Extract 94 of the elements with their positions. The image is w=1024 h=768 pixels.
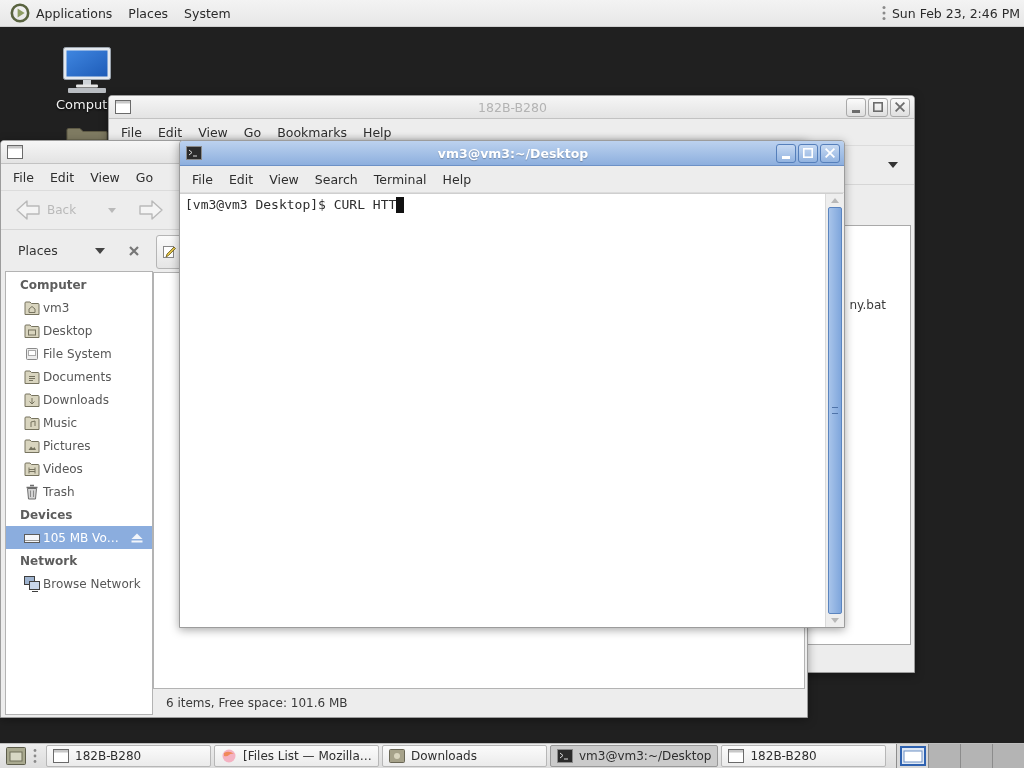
handle-icon — [33, 748, 37, 764]
clock[interactable]: Sun Feb 23, 2:46 PM — [891, 5, 1020, 21]
panel-menu[interactable]: Places — [128, 5, 169, 21]
taskbar-button[interactable]: [Files List — Mozilla… — [214, 745, 379, 767]
sidebar-title[interactable]: Places — [18, 243, 58, 258]
menu-item[interactable]: View — [261, 171, 307, 187]
sidebar-item[interactable]: Music — [6, 411, 152, 434]
folder-icon[interactable] — [66, 128, 108, 140]
desktop-icon — [6, 747, 26, 765]
window-title: vm3@vm3:~/Desktop — [437, 145, 589, 161]
sidebar-item[interactable]: Pictures — [6, 434, 152, 457]
menu-item[interactable]: Terminal — [365, 171, 435, 187]
section-heading: Computer — [19, 276, 88, 294]
logo-icon[interactable] — [10, 3, 30, 23]
maximize-button[interactable] — [868, 97, 888, 117]
menu-item[interactable]: Edit — [220, 171, 262, 187]
back-arrow-icon — [15, 199, 41, 221]
sidebar-item[interactable]: File System — [6, 342, 152, 365]
pencil-icon — [162, 245, 176, 259]
maximize-icon — [803, 148, 813, 158]
eject-icon[interactable] — [131, 532, 143, 543]
videos-folder-icon — [24, 460, 40, 477]
text-cursor — [396, 196, 405, 213]
workspace-button[interactable] — [896, 744, 928, 768]
taskbar-button[interactable]: 182B-B280 — [721, 745, 887, 767]
close-icon — [129, 245, 139, 256]
globe-icon — [221, 749, 237, 763]
menu-item[interactable]: File — [113, 124, 150, 140]
minimize-button[interactable] — [776, 143, 796, 163]
desktop-folder-icon — [24, 322, 40, 339]
terminal-icon — [557, 749, 573, 763]
minimize-icon — [782, 155, 790, 159]
menu-item[interactable]: View — [190, 124, 236, 140]
scrollbar[interactable] — [825, 194, 843, 627]
status-text: 6 items, Free space: 101.6 MB — [166, 696, 348, 710]
forward-arrow-icon — [138, 199, 165, 221]
close-icon — [895, 102, 905, 112]
menu-item[interactable]: File — [184, 171, 221, 187]
menu-item[interactable]: File — [5, 169, 42, 185]
sidebar-item[interactable]: Browse Network — [6, 572, 152, 595]
window-icon — [53, 749, 69, 763]
sidebar-item[interactable]: Desktop — [6, 319, 152, 342]
section-heading: Devices — [19, 506, 74, 524]
computer-icon[interactable] — [63, 47, 111, 93]
maximize-button[interactable] — [798, 143, 818, 163]
window-thumbnail-icon — [899, 746, 926, 766]
minimize-button[interactable] — [846, 97, 866, 117]
edit-location-button[interactable] — [156, 235, 182, 269]
terminal-icon[interactable] — [186, 146, 202, 160]
sidebar-item[interactable]: Documents — [6, 365, 152, 388]
sidebar-item[interactable]: Videos — [6, 457, 152, 480]
taskbar-button[interactable]: vm3@vm3:~/Desktop — [550, 745, 719, 767]
menu-item[interactable]: Edit — [149, 124, 191, 140]
close-button[interactable] — [820, 143, 840, 163]
close-button[interactable] — [890, 97, 910, 117]
menu-item[interactable]: Go — [235, 124, 270, 140]
folder-icon — [389, 749, 405, 763]
menu-item[interactable]: View — [82, 169, 128, 185]
sidebar-item[interactable]: vm3 — [6, 296, 152, 319]
close-icon — [825, 148, 835, 158]
maximize-icon — [873, 102, 883, 112]
desktop-icon-label: Comput — [56, 97, 108, 112]
caret-icon — [108, 207, 117, 213]
section-heading: Network — [19, 552, 79, 570]
menu-item[interactable]: Help — [355, 124, 400, 140]
taskbar-button[interactable]: Downloads — [382, 745, 547, 767]
minimize-icon — [852, 109, 860, 113]
handle-icon — [881, 5, 886, 21]
menu-item[interactable]: Search — [306, 171, 366, 187]
terminal-line: [vm3@vm3 Desktop]$ CURL HTT — [185, 196, 397, 213]
documents-folder-icon — [24, 368, 40, 385]
menu-item[interactable]: Go — [127, 169, 162, 185]
window-icon[interactable] — [115, 100, 131, 114]
scrollbar-thumb[interactable] — [827, 207, 842, 614]
network-icon — [24, 575, 40, 592]
caret-icon — [95, 247, 105, 254]
sidebar-item[interactable]: Downloads — [6, 388, 152, 411]
sidebar-item[interactable]: Trash — [6, 480, 152, 503]
downloads-folder-icon — [24, 391, 40, 408]
window-icon[interactable] — [7, 145, 23, 159]
menu-item[interactable]: Help — [434, 171, 480, 187]
caret-icon — [888, 162, 898, 168]
panel-menu[interactable]: Applications — [36, 5, 113, 21]
pictures-folder-icon — [24, 437, 40, 454]
window-title: 182B-B280 — [478, 99, 547, 115]
window-icon — [728, 749, 745, 763]
panel-menu[interactable]: System — [184, 5, 231, 21]
menu-item[interactable]: Edit — [41, 169, 83, 185]
file-label[interactable]: ny.bat — [849, 298, 886, 312]
menu-item[interactable]: Bookmarks — [269, 124, 355, 140]
home-folder-icon — [24, 299, 40, 316]
taskbar-button[interactable]: 182B-B280 — [46, 745, 211, 767]
music-folder-icon — [24, 414, 40, 431]
trash-icon — [24, 483, 40, 500]
